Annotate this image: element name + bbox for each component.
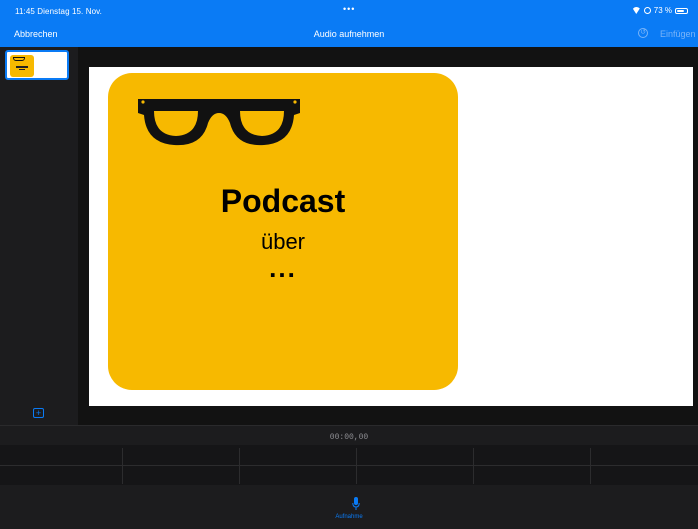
rotation-lock-icon xyxy=(643,7,651,14)
thumbnail-text-line xyxy=(16,66,28,68)
slide-ellipsis: ... xyxy=(269,253,297,283)
thumbnail-glasses-icon xyxy=(13,57,25,61)
timecode: 00:00,00 xyxy=(329,433,369,442)
slide-subtitle: über xyxy=(260,229,306,254)
navigation-bar: Abbrechen Audio aufnehmen ↺ Einfügen xyxy=(0,20,698,47)
battery-fill xyxy=(677,9,684,12)
wifi-icon xyxy=(632,7,641,14)
status-bar: 11:45 Dienstag 15. Nov. ••• 73 % xyxy=(0,0,698,20)
audio-timeline: 00:00,00 Aufnahme xyxy=(0,425,698,529)
slide-canvas-area: Podcast über ... xyxy=(78,47,698,425)
status-clock: 11:45 xyxy=(15,7,35,16)
add-slide-icon[interactable]: + xyxy=(33,408,44,418)
timeline-midline xyxy=(0,465,698,466)
top-bar: 11:45 Dienstag 15. Nov. ••• 73 % Abbrech… xyxy=(0,0,698,47)
status-time: 11:45 Dienstag 15. Nov. xyxy=(15,7,102,16)
slide-title: Podcast xyxy=(220,183,346,219)
paste-button[interactable]: Einfügen xyxy=(660,29,696,39)
timeline-tick xyxy=(590,448,591,484)
battery-percent: 73 % xyxy=(653,6,672,15)
status-right: 73 % xyxy=(632,6,688,15)
slide-thumbnail-preview xyxy=(10,55,34,77)
timeline-divider xyxy=(0,425,698,426)
app-window: 11:45 Dienstag 15. Nov. ••• 73 % Abbrech… xyxy=(0,0,698,529)
slide-canvas[interactable]: Podcast über ... xyxy=(89,67,693,406)
timeline-tick xyxy=(122,448,123,484)
thumbnail-text-line xyxy=(19,69,25,70)
page-title: Audio aufnehmen xyxy=(313,29,385,39)
undo-icon[interactable]: ↺ xyxy=(638,28,648,38)
slide-navigator: + xyxy=(0,47,78,425)
microphone-icon[interactable] xyxy=(352,497,360,511)
multitask-dots-icon[interactable]: ••• xyxy=(343,4,355,14)
timeline-tick xyxy=(473,448,474,484)
status-date: Dienstag 15. Nov. xyxy=(37,7,102,16)
glasses-icon xyxy=(138,99,300,146)
record-button-label[interactable]: Aufnahme xyxy=(0,514,698,520)
timeline-tick xyxy=(239,448,240,484)
timeline-track[interactable] xyxy=(0,445,698,485)
timeline-tick xyxy=(356,448,357,484)
battery-icon xyxy=(675,7,688,14)
podcast-card[interactable]: Podcast über ... xyxy=(108,73,458,390)
slide-thumbnail[interactable] xyxy=(5,50,69,80)
